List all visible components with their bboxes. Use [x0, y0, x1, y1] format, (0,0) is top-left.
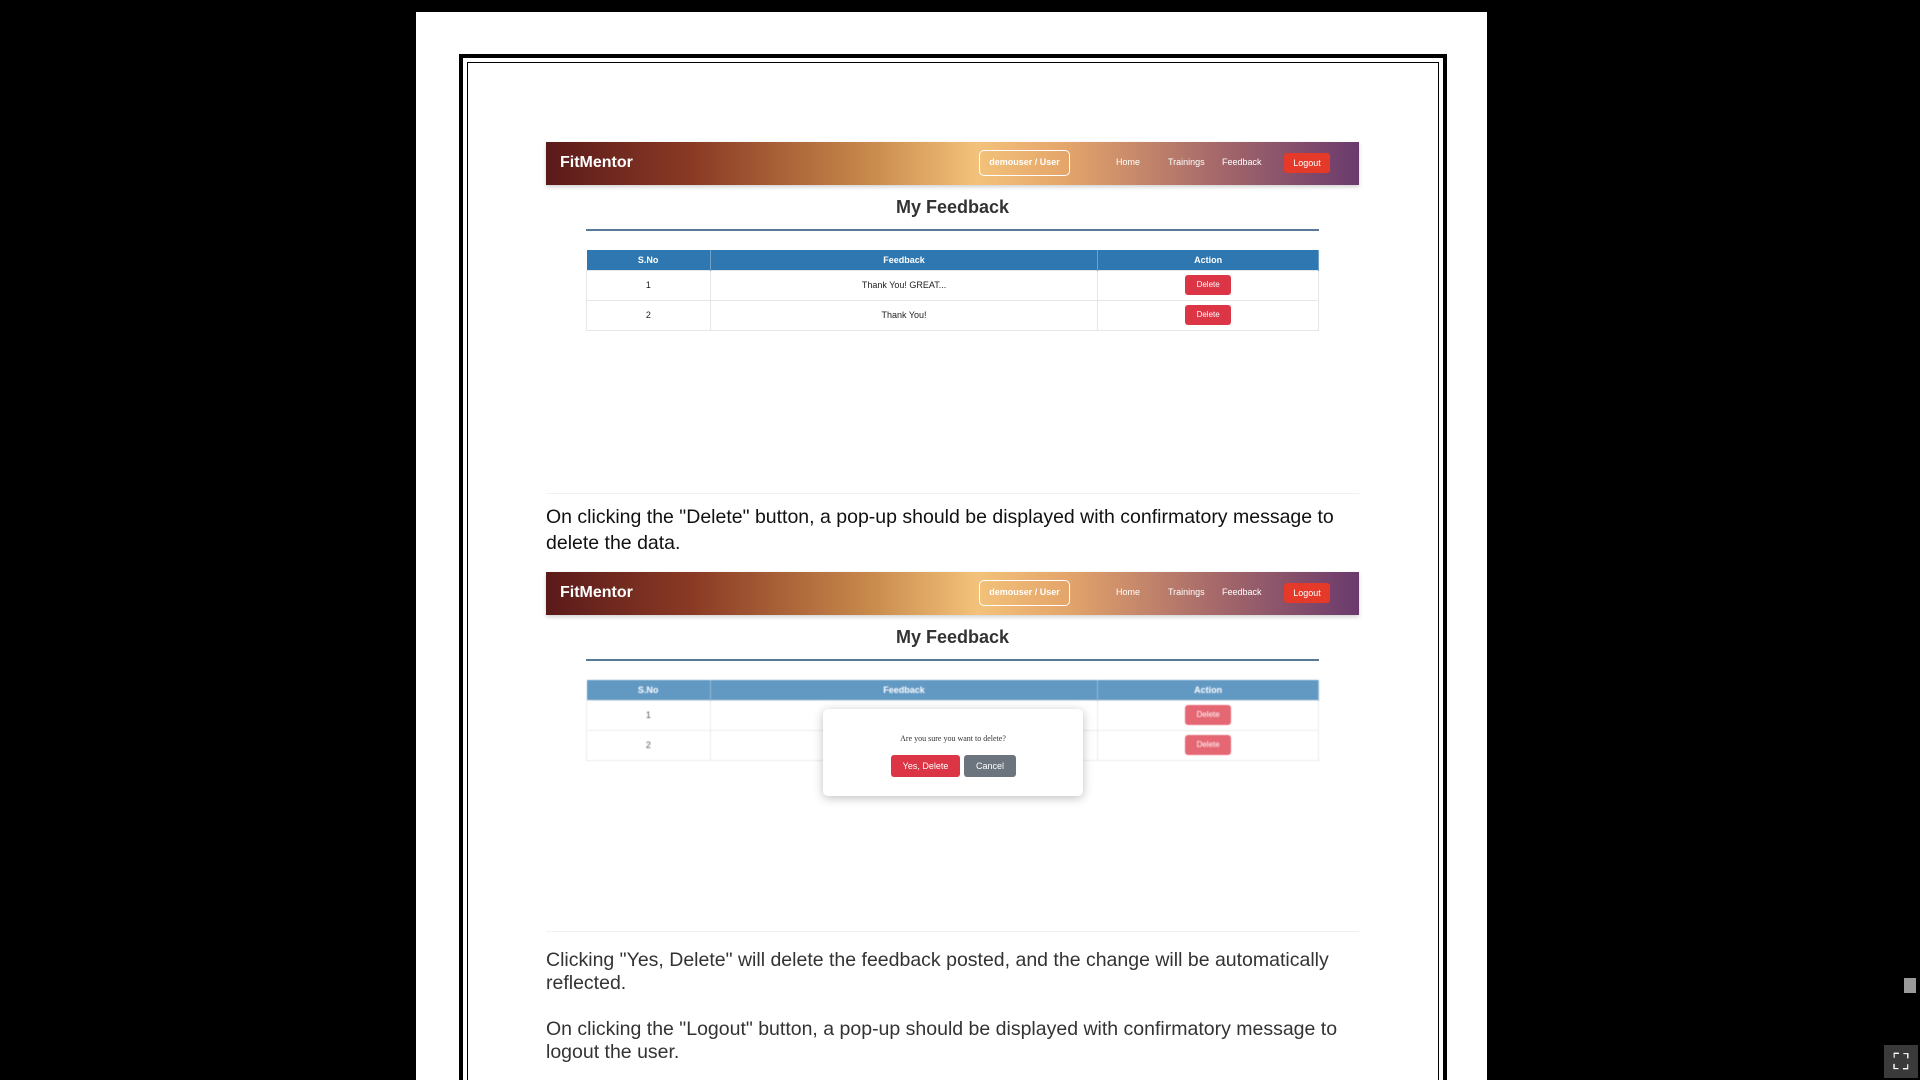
- nav-home-link[interactable]: Home: [1116, 587, 1140, 597]
- instruction-paragraph: On clicking the "Logout" button, a pop-u…: [546, 1018, 1338, 1063]
- header-feedback: Feedback: [710, 680, 1099, 700]
- cell-sno: 2: [586, 729, 711, 761]
- nav-trainings-link[interactable]: Trainings: [1168, 587, 1205, 597]
- exit-fullscreen-icon[interactable]: ⛶: [1884, 1045, 1918, 1078]
- user-badge: demouser / User: [979, 580, 1070, 606]
- delete-confirm-modal: Are you sure you want to delete? Yes, De…: [823, 709, 1083, 796]
- brand-logo: FitMentor: [560, 154, 633, 171]
- cell-feedback: Thank You!: [709, 299, 1099, 331]
- instruction-paragraph: On clicking the "Delete" button, a pop-u…: [546, 506, 1334, 554]
- nav-feedback-link[interactable]: Feedback: [1222, 587, 1262, 597]
- scrollbar-thumb[interactable]: [1904, 978, 1916, 993]
- title-divider: [586, 659, 1319, 661]
- cancel-button[interactable]: Cancel: [964, 755, 1016, 777]
- modal-message: Are you sure you want to delete?: [900, 734, 1006, 743]
- cell-sno: 1: [586, 699, 711, 731]
- title-divider: [586, 229, 1319, 231]
- cell-action: Delete: [1097, 699, 1319, 731]
- cell-action: Delete: [1097, 299, 1319, 331]
- cell-sno: 2: [586, 299, 711, 331]
- delete-confirm-screenshot: FitMentor demouser / User Home Trainings…: [546, 572, 1359, 932]
- screenshot-edge: [546, 493, 1359, 494]
- table-row: 1 Thank You! GREAT... Delete: [586, 269, 1319, 301]
- delete-button[interactable]: Delete: [1185, 275, 1232, 295]
- cell-sno: 1: [586, 269, 711, 301]
- confirm-delete-button[interactable]: Yes, Delete: [891, 755, 960, 777]
- screenshot-edge: [546, 931, 1359, 932]
- instruction-paragraph: Clicking "Yes, Delete" will delete the f…: [546, 949, 1329, 994]
- navbar: FitMentor demouser / User Home Trainings…: [546, 142, 1359, 185]
- table-row: 2 Thank You! Delete: [586, 299, 1319, 331]
- delete-button[interactable]: Delete: [1185, 305, 1232, 325]
- delete-button[interactable]: Delete: [1185, 705, 1232, 725]
- brand-logo: FitMentor: [560, 584, 633, 601]
- nav-feedback-link[interactable]: Feedback: [1222, 157, 1262, 167]
- logout-button[interactable]: Logout: [1284, 153, 1330, 173]
- cell-action: Delete: [1097, 269, 1319, 301]
- page-title: My Feedback: [895, 197, 1010, 217]
- page-title: My Feedback: [895, 627, 1010, 647]
- header-feedback: Feedback: [710, 250, 1099, 270]
- feedback-table: S.No Feedback Action 1 Thank You! GREAT.…: [586, 250, 1319, 331]
- user-badge: demouser / User: [979, 150, 1070, 176]
- cell-action: Delete: [1097, 729, 1319, 761]
- cell-feedback: Thank You! GREAT...: [709, 269, 1099, 301]
- feedback-screenshot: FitMentor demouser / User Home Trainings…: [546, 142, 1359, 494]
- navbar: FitMentor demouser / User Home Trainings…: [546, 572, 1359, 615]
- nav-home-link[interactable]: Home: [1116, 157, 1140, 167]
- nav-trainings-link[interactable]: Trainings: [1168, 157, 1205, 167]
- header-action: Action: [1097, 680, 1319, 700]
- header-sno: S.No: [586, 680, 711, 700]
- header-sno: S.No: [586, 250, 711, 270]
- logout-button[interactable]: Logout: [1284, 583, 1330, 603]
- delete-button[interactable]: Delete: [1185, 735, 1232, 755]
- header-action: Action: [1097, 250, 1319, 270]
